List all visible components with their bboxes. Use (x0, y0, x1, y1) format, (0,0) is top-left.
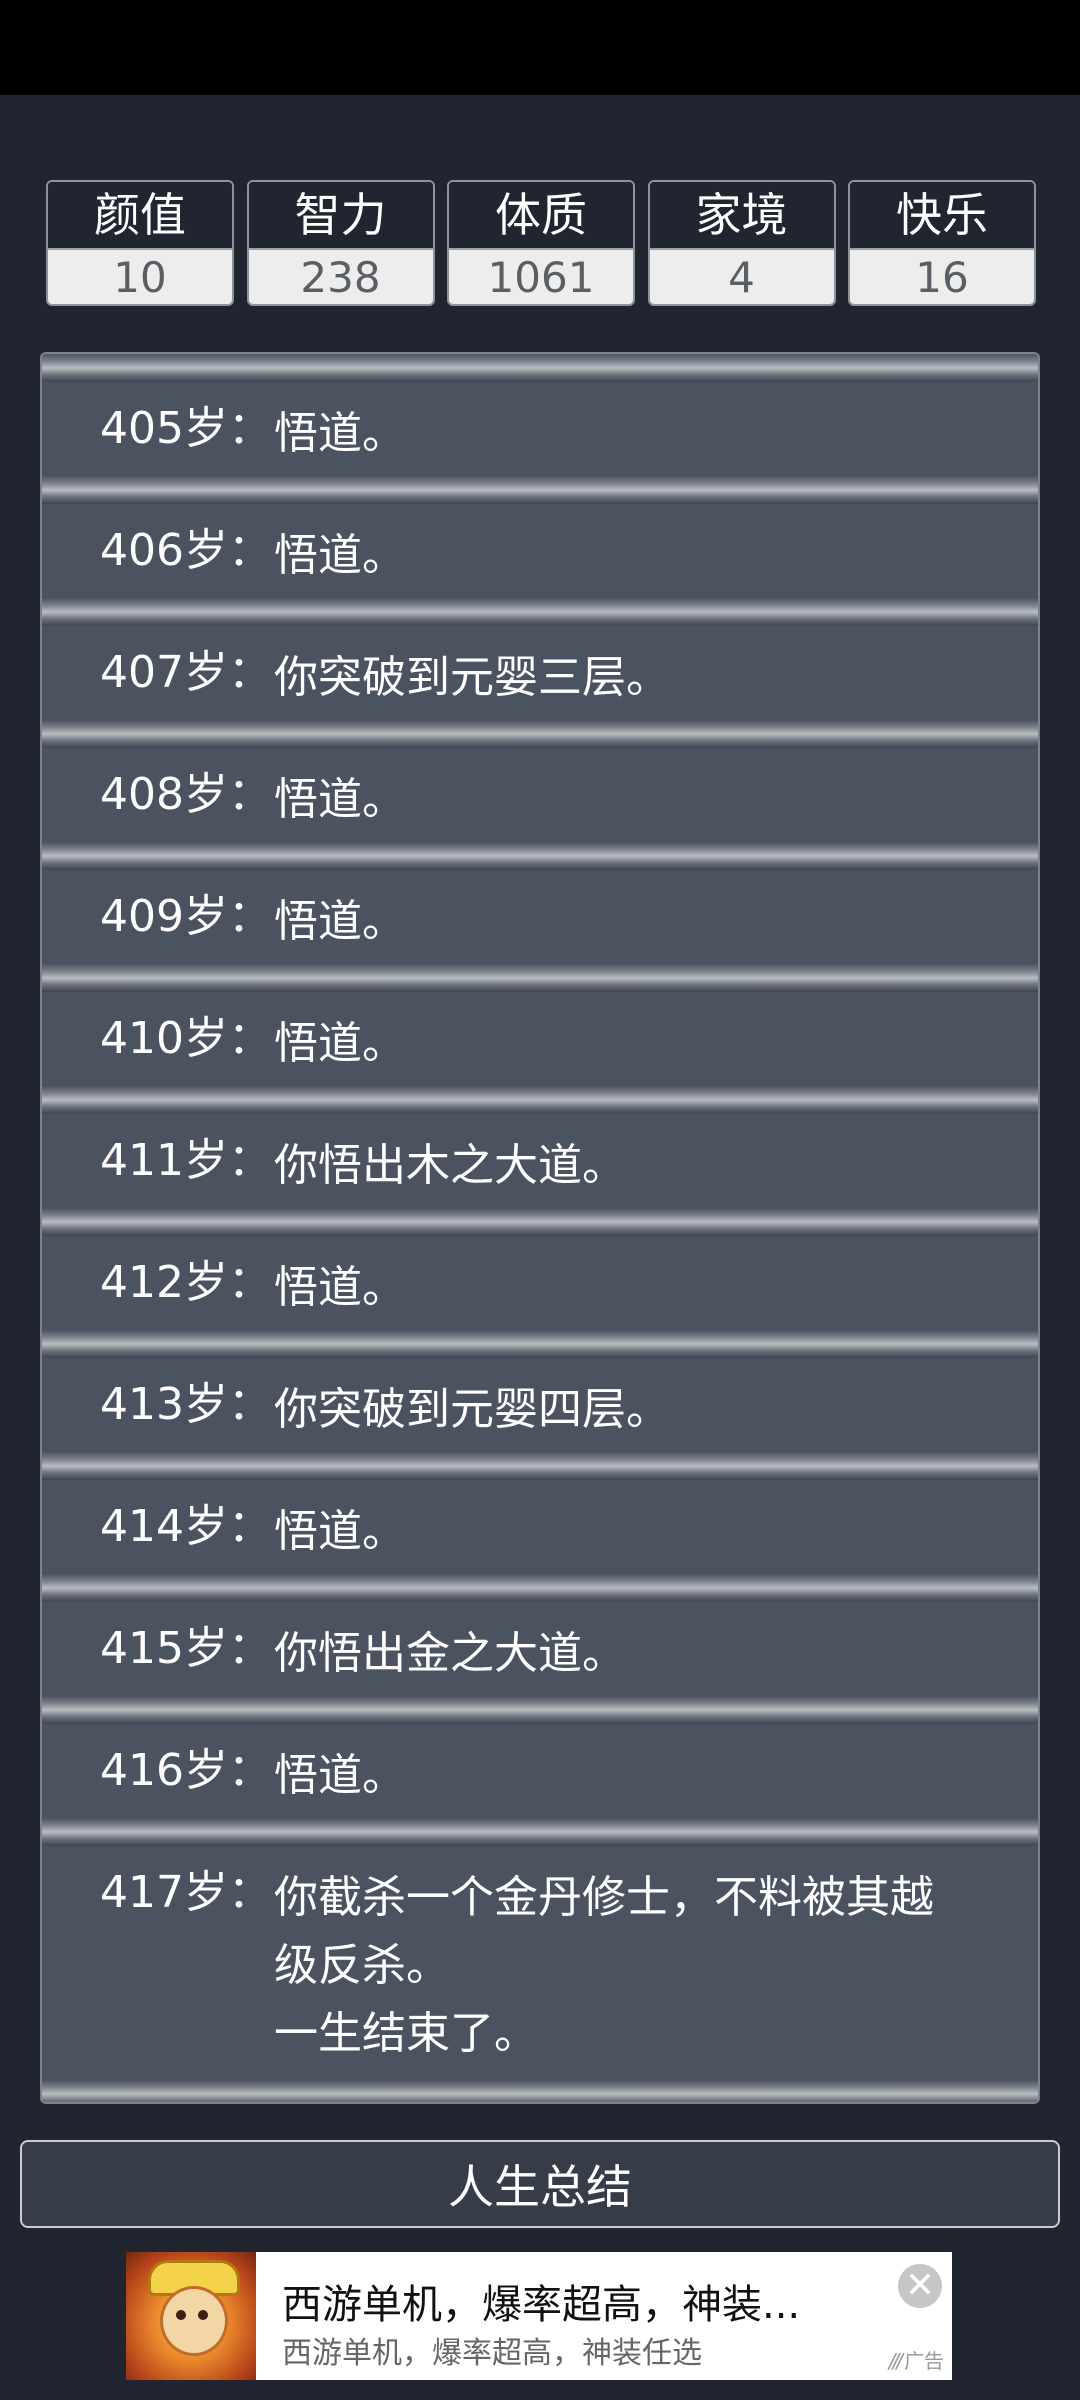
stat-label: 快乐 (850, 182, 1034, 248)
log-separator (42, 720, 1038, 748)
log-separator (42, 1574, 1038, 1602)
stat-label: 颜值 (48, 182, 232, 248)
log-age: 417岁： (100, 1867, 272, 1918)
life-summary-button[interactable]: 人生总结 (20, 2140, 1060, 2228)
monkey-face-shape (160, 2286, 228, 2356)
log-text-line: 你悟出金之大道。 (274, 1628, 626, 1679)
log-text: 悟道。 (274, 1498, 1014, 1566)
log-entry: 416岁： 悟道。 (42, 1724, 1038, 1818)
log-text-line: 你截杀一个金丹修士，不料被其越 (274, 1872, 934, 1923)
attribute-panel: 颜值 10 智力 238 体质 1061 家境 4 快乐 16 (46, 180, 1036, 306)
stat-intelligence: 智力 238 (246, 180, 435, 306)
log-age: 407岁： (100, 647, 272, 698)
stat-label: 家境 (649, 182, 834, 248)
game-app-icon[interactable] (126, 2252, 256, 2380)
log-text-line: 你悟出木之大道。 (274, 1140, 626, 1191)
stat-label: 智力 (248, 182, 433, 248)
log-text: 悟道。 (274, 766, 1014, 834)
log-text: 你突破到元婴四层。 (274, 1376, 1014, 1444)
log-text: 悟道。 (274, 400, 1014, 468)
log-separator (42, 964, 1038, 992)
log-text: 你截杀一个金丹修士，不料被其越 级反杀。一生结束了。 (274, 1864, 1014, 2068)
log-text: 你悟出金之大道。 (274, 1620, 1014, 1688)
log-text-line: 级反杀。 (274, 1940, 450, 1991)
log-separator (42, 598, 1038, 626)
log-age: 410岁： (100, 1013, 272, 1064)
log-text-line: 悟道。 (274, 1262, 406, 1313)
ad-subtitle[interactable]: 西游单机，爆率超高，神装任选 (282, 2328, 702, 2372)
log-age: 409岁： (100, 891, 272, 942)
log-text-line: 一生结束了。 (274, 2008, 538, 2059)
log-separator (42, 354, 1038, 382)
log-text-line: 悟道。 (274, 774, 406, 825)
log-age: 406岁： (100, 525, 272, 576)
stat-value: 1061 (449, 248, 633, 304)
ad-label-text: 广告 (904, 2349, 944, 2373)
ad-close-icon[interactable]: ✕ (898, 2264, 942, 2308)
stat-value: 10 (48, 248, 232, 304)
eye-shape (176, 2310, 186, 2320)
log-age: 413岁： (100, 1379, 272, 1430)
log-age: 411岁： (100, 1135, 272, 1186)
ad-title[interactable]: 西游单机，爆率超高，神装... (282, 2272, 800, 2330)
status-bar (0, 0, 1080, 95)
log-text-line: 悟道。 (274, 530, 406, 581)
log-entry: 409岁： 悟道。 (42, 870, 1038, 964)
stat-value: 238 (248, 248, 433, 304)
log-age: 415岁： (100, 1623, 272, 1674)
log-separator (42, 842, 1038, 870)
log-entry: 410岁： 悟道。 (42, 992, 1038, 1086)
log-text: 悟道。 (274, 888, 1014, 956)
stat-value: 16 (850, 248, 1034, 304)
log-age: 405岁： (100, 403, 272, 454)
log-text-line: 你突破到元婴四层。 (274, 1384, 670, 1435)
log-separator (42, 1086, 1038, 1114)
log-text: 你突破到元婴三层。 (274, 644, 1014, 712)
log-age: 412岁： (100, 1257, 272, 1308)
log-text-line: 悟道。 (274, 1750, 406, 1801)
ad-label: ///广告 (889, 2345, 944, 2374)
stat-appearance: 颜值 10 (46, 180, 234, 306)
log-entry: 411岁： 你悟出木之大道。 (42, 1114, 1038, 1208)
log-text: 悟道。 (274, 1742, 1014, 1810)
log-text-line: 悟道。 (274, 408, 406, 459)
stat-family: 家境 4 (647, 180, 836, 306)
stat-constitution: 体质 1061 (447, 180, 635, 306)
log-entry: 412岁： 悟道。 (42, 1236, 1038, 1330)
life-event-log[interactable]: 405岁： 悟道。 406岁： 悟道。 407岁： 你突破到元婴三层。 408岁： 悟道。 40… (40, 352, 1040, 2104)
stat-happiness: 快乐 16 (848, 180, 1036, 306)
log-separator (42, 1452, 1038, 1480)
log-text: 悟道。 (274, 522, 1014, 590)
log-separator (42, 1818, 1038, 1846)
log-separator (42, 2080, 1038, 2102)
log-entry: 413岁： 你突破到元婴四层。 (42, 1358, 1038, 1452)
log-separator (42, 476, 1038, 504)
ad-brand-icon: /// (888, 2349, 903, 2373)
ad-banner[interactable]: 西游单机，爆率超高，神装... 西游单机，爆率超高，神装任选 ✕ ///广告 (126, 2252, 952, 2380)
log-entry: 415岁： 你悟出金之大道。 (42, 1602, 1038, 1696)
log-text-line: 悟道。 (274, 1018, 406, 1069)
log-entry: 408岁： 悟道。 (42, 748, 1038, 842)
log-text: 悟道。 (274, 1010, 1014, 1078)
log-separator (42, 1696, 1038, 1724)
log-entry: 414岁： 悟道。 (42, 1480, 1038, 1574)
log-entry: 407岁： 你突破到元婴三层。 (42, 626, 1038, 720)
log-age: 408岁： (100, 769, 272, 820)
log-age: 414岁： (100, 1501, 272, 1552)
log-text-line: 悟道。 (274, 1506, 406, 1557)
log-entry: 417岁： 你截杀一个金丹修士，不料被其越 级反杀。一生结束了。 (42, 1846, 1038, 2080)
log-text: 你悟出木之大道。 (274, 1132, 1014, 1200)
log-separator (42, 1330, 1038, 1358)
log-text-line: 悟道。 (274, 896, 406, 947)
log-age: 416岁： (100, 1745, 272, 1796)
log-entry: 406岁： 悟道。 (42, 504, 1038, 598)
log-entry: 405岁： 悟道。 (42, 382, 1038, 476)
stat-value: 4 (649, 248, 834, 304)
log-text-line: 你突破到元婴三层。 (274, 652, 670, 703)
stat-label: 体质 (449, 182, 633, 248)
eye-shape (198, 2310, 208, 2320)
log-text: 悟道。 (274, 1254, 1014, 1322)
log-separator (42, 1208, 1038, 1236)
